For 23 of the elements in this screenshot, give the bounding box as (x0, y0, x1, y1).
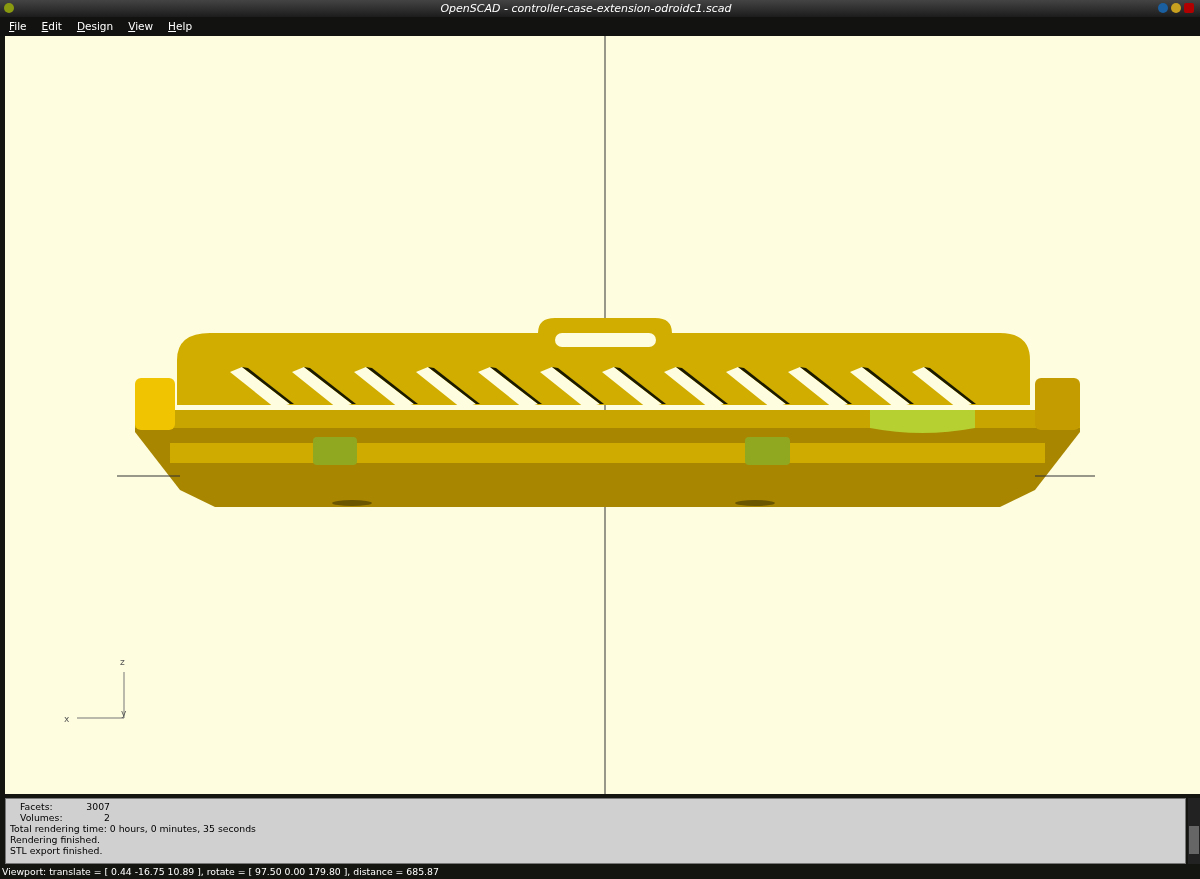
axis-line (116, 475, 181, 477)
menu-item[interactable]: View (123, 20, 159, 33)
maximize-button[interactable] (1171, 3, 1181, 14)
console-label: Volumes: (19, 812, 64, 824)
axis-line (1034, 475, 1096, 477)
axes-indicator-drawing (76, 671, 125, 719)
menu-item[interactable]: Edit (36, 20, 67, 33)
menu-item[interactable]: File (4, 20, 32, 33)
window-title: OpenSCAD - controller-case-extension-odroidc1.scad (439, 2, 733, 15)
menu-item[interactable]: Design (71, 20, 119, 33)
window-menu-icon[interactable] (4, 3, 14, 14)
console-line: STL export finished. (10, 845, 104, 857)
console-line: Rendering finished. (10, 834, 102, 846)
console-value: 3007 (85, 801, 110, 813)
console-value: 2 (103, 812, 110, 824)
console-label: Facets: (19, 801, 54, 813)
z-axis-label: z (120, 656, 125, 667)
x-axis-label: x (64, 713, 70, 724)
scrollbar[interactable] (1188, 798, 1200, 864)
console-line: Total rendering time: 0 hours, 0 minutes, 35 seconds (10, 823, 257, 835)
3d-viewport[interactable]: z x y (5, 35, 1200, 795)
y-axis-label: y (121, 707, 127, 718)
menu-item[interactable]: Help (163, 20, 198, 33)
